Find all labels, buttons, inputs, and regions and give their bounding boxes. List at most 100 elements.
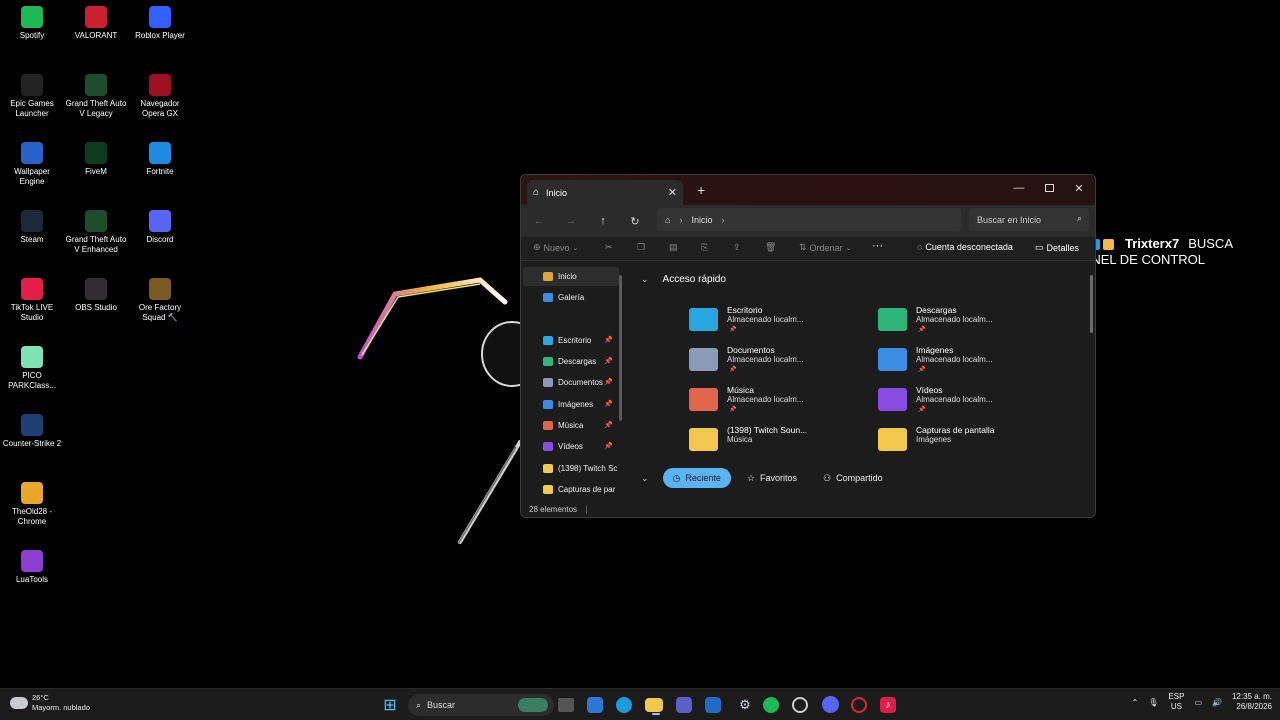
tiktok-icon[interactable]: ♪	[880, 697, 896, 713]
sidebar-item[interactable]: Descargas 📌	[523, 352, 619, 371]
sidebar-item[interactable]: Escritorio 📌	[523, 331, 619, 350]
search-placeholder: Buscar en Inicio	[977, 214, 1042, 225]
desktop-shortcut[interactable]: Steam	[0, 206, 64, 270]
desktop-shortcut[interactable]: Roblox Player	[128, 2, 192, 66]
close-tab-icon[interactable]: ✕	[668, 186, 677, 199]
outlook-icon[interactable]	[705, 697, 721, 713]
back-button[interactable]: ←	[529, 211, 549, 231]
desktop-shortcut[interactable]: Epic Games Launcher	[0, 70, 64, 134]
sidebar-item[interactable]: (1398) Twitch Sc	[523, 459, 619, 478]
desktop-shortcut[interactable]: Wallpaper Engine	[0, 138, 64, 202]
desktop-shortcut[interactable]: LuaTools	[0, 546, 64, 610]
pin-icon: 📌	[604, 358, 613, 365]
microsoft-store-icon[interactable]	[587, 697, 603, 713]
sidebar-item[interactable]: Capturas de par	[523, 480, 619, 499]
desktop-shortcut-label: Fortnite	[146, 167, 174, 176]
paste-icon[interactable]: ▤	[669, 242, 678, 253]
clock[interactable]: 12:35 a. m. 26/8/2026	[1232, 692, 1272, 712]
sidebar-item[interactable]: Galería	[523, 288, 619, 307]
pico-park-icon	[21, 346, 43, 368]
start-button[interactable]: ⊞	[379, 694, 401, 716]
opera-gx-icon	[149, 74, 171, 96]
details-button[interactable]: ▭ Detalles	[1035, 242, 1079, 253]
forward-button[interactable]: →	[561, 211, 581, 231]
sidebar-item[interactable]: Imágenes 📌	[523, 395, 619, 414]
copy-icon[interactable]: ❐	[637, 242, 645, 253]
up-button[interactable]: ↑	[593, 211, 613, 231]
sidebar-item[interactable]: Inicio	[523, 267, 619, 286]
desktop-shortcut[interactable]: OBS Studio	[64, 274, 128, 338]
opera-gx-icon[interactable]	[851, 697, 867, 713]
desktop-shortcut[interactable]: Navegador Opera GX	[128, 70, 192, 134]
desktop-shortcut[interactable]: Ore Factory Squad 🔨	[128, 274, 192, 338]
more-options-button[interactable]: ···	[872, 240, 883, 252]
quick-access-item[interactable]: Vídeos Almacenado localm... 📌	[878, 385, 1058, 421]
task-view-icon[interactable]	[558, 698, 574, 712]
chevron-up-icon[interactable]: ⌃	[1132, 698, 1139, 707]
steam-icon[interactable]: ⚙	[734, 694, 756, 716]
sidebar-item-label: Escritorio	[558, 336, 592, 345]
chevron-down-icon[interactable]: ⌄	[641, 473, 649, 484]
title-bar[interactable]: ⌂ Inicio ✕ + — ✕	[521, 175, 1095, 205]
desktop-shortcut[interactable]: Fortnite	[128, 138, 192, 202]
desktop-shortcut[interactable]: Counter-Strike 2	[0, 410, 64, 474]
quick-access-item-location: Almacenado localm...	[916, 315, 993, 324]
favorites-filter-button[interactable]: ☆ Favoritos	[737, 468, 807, 488]
file-explorer-taskbar-icon[interactable]	[645, 698, 663, 715]
sidebar-scrollbar[interactable]	[619, 275, 622, 421]
weather-widget[interactable]: 26°C Mayorm. nublado	[10, 693, 90, 713]
teams-icon[interactable]	[676, 697, 692, 713]
quick-access-item[interactable]: Música Almacenado localm... 📌	[689, 385, 869, 421]
quick-access-item[interactable]: Escritorio Almacenado localm... 📌	[689, 305, 869, 341]
quick-access-item[interactable]: Descargas Almacenado localm... 📌	[878, 305, 1058, 341]
network-icon[interactable]: ▭	[1194, 698, 1202, 707]
downloads-folder-icon	[878, 308, 907, 331]
language-indicator[interactable]: ESP US	[1168, 692, 1184, 712]
microphone-icon[interactable]: 🎙	[1148, 698, 1158, 707]
tab-inicio[interactable]: ⌂ Inicio ✕	[527, 180, 683, 205]
desktop-shortcut[interactable]: Grand Theft Auto V Legacy	[64, 70, 128, 134]
shared-filter-button[interactable]: ⚇ Compartido	[813, 468, 893, 488]
sidebar-item[interactable]: Música 📌	[523, 416, 619, 435]
content-scrollbar[interactable]	[1090, 275, 1093, 333]
desktop-shortcut[interactable]: TikTok LIVE Studio	[0, 274, 64, 338]
quick-access-item[interactable]: (1398) Twitch Soun... Música	[689, 425, 869, 461]
desktop-shortcut[interactable]: FiveM	[64, 138, 128, 202]
desktop-shortcut[interactable]: Grand Theft Auto V Enhanced	[64, 206, 128, 270]
delete-icon[interactable]: 🗑	[765, 242, 776, 253]
close-window-button[interactable]: ✕	[1067, 179, 1091, 197]
sort-button[interactable]: ⇅ Ordenar ⌄	[799, 242, 851, 253]
search-input[interactable]: Buscar en Inicio ⌕	[969, 208, 1089, 231]
taskbar-search[interactable]: ⌕ Buscar	[408, 694, 554, 716]
navigation-bar: ← → ↑ ↻ ⌂ › Inicio › Buscar en Inicio ⌕	[521, 205, 1095, 237]
rename-icon[interactable]: ⎘	[701, 242, 708, 253]
new-button[interactable]: ⊕ Nuevo ⌄	[533, 242, 578, 253]
address-bar[interactable]: ⌂ › Inicio ›	[657, 208, 961, 231]
account-status-button[interactable]: ◌ Cuenta desconectada	[917, 242, 1013, 252]
discord-icon[interactable]	[822, 696, 839, 713]
new-tab-button[interactable]: +	[697, 182, 705, 198]
desktop-shortcut[interactable]: Spotify	[0, 2, 64, 66]
desktop-shortcut-label: Steam	[20, 235, 44, 244]
share-icon[interactable]: ⇪	[733, 242, 741, 253]
volume-icon[interactable]: 🔊	[1212, 698, 1222, 707]
home-icon: ⌂	[665, 214, 671, 225]
maximize-button[interactable]	[1037, 179, 1061, 197]
quick-access-item[interactable]: Documentos Almacenado localm... 📌	[689, 345, 869, 381]
obs-icon[interactable]	[792, 697, 808, 713]
edge-icon[interactable]	[616, 697, 632, 713]
minimize-button[interactable]: —	[1007, 179, 1031, 197]
desktop-shortcut[interactable]: Discord	[128, 206, 192, 270]
quick-access-header[interactable]: ⌄ Acceso rápido	[641, 274, 726, 285]
sidebar-item[interactable]: Documentos 📌	[523, 373, 619, 392]
sidebar-item[interactable]: Vídeos 📌	[523, 437, 619, 456]
desktop-shortcut[interactable]: PICO PARKClass...	[0, 342, 64, 406]
quick-access-item[interactable]: Imágenes Almacenado localm... 📌	[878, 345, 1058, 381]
refresh-button[interactable]: ↻	[625, 211, 645, 231]
desktop-shortcut[interactable]: VALORANT	[64, 2, 128, 66]
spotify-icon[interactable]	[763, 697, 779, 713]
cut-icon[interactable]: ✂	[605, 242, 613, 253]
quick-access-item[interactable]: Capturas de pantalla Imágenes	[878, 425, 1058, 461]
desktop-shortcut[interactable]: TheOld28 - Chrome	[0, 478, 64, 542]
recent-filter-button[interactable]: ◷ Reciente	[662, 468, 731, 488]
